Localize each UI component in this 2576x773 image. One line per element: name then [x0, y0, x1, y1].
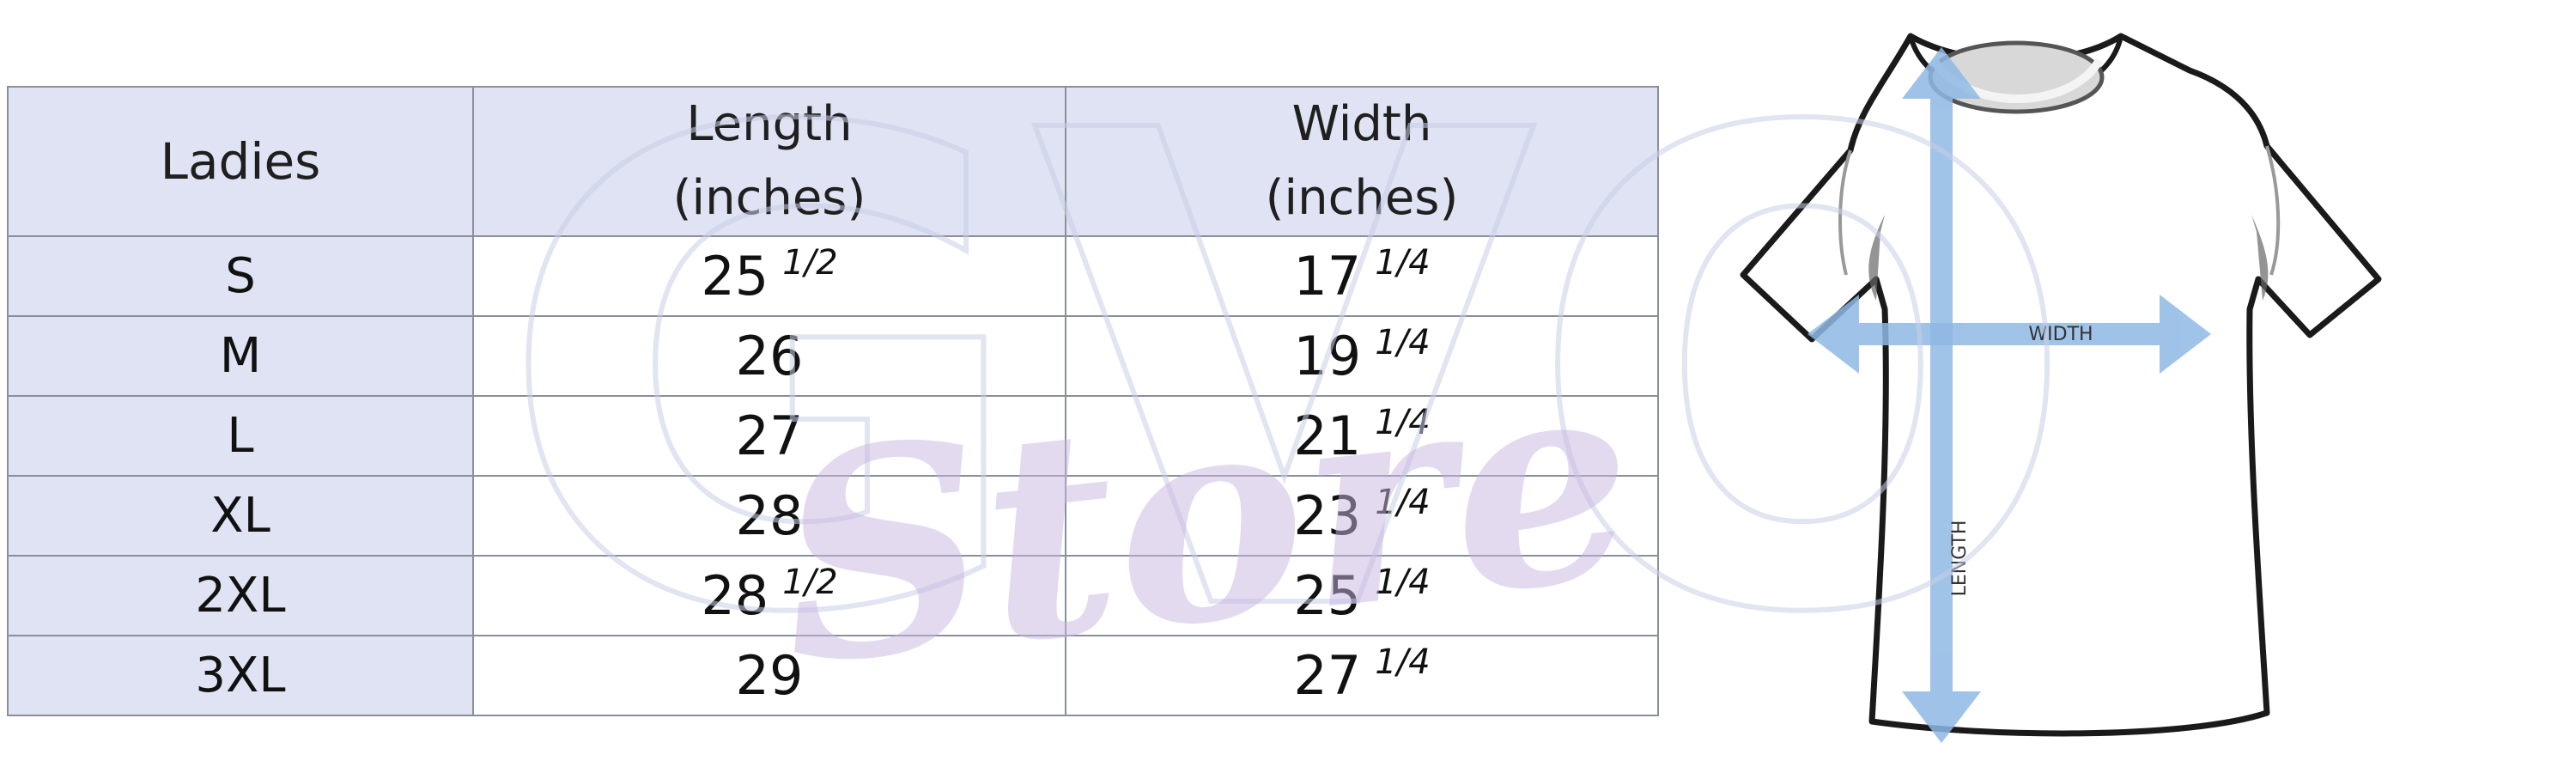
length-value: 27	[735, 405, 804, 467]
width-value: 17	[1293, 245, 1362, 307]
length-value: 28	[701, 564, 769, 627]
header-length-line1: Length	[686, 96, 853, 152]
size-cell: S	[7, 235, 474, 317]
width-value: 21	[1293, 405, 1362, 467]
width-fraction: 1/4	[1375, 403, 1431, 442]
width-label: WIDTH	[2028, 324, 2093, 345]
width-fraction: 1/4	[1375, 323, 1431, 362]
length-cell: 26	[472, 315, 1066, 397]
tshirt-outline-icon	[1740, 33, 2382, 737]
tshirt-diagram: WIDTH LENGTH	[1740, 33, 2382, 743]
width-cell: 27 1/4	[1065, 635, 1659, 716]
width-cell: 19 1/4	[1065, 315, 1659, 397]
table-row: L 27 21 1/4	[7, 395, 1659, 477]
size-cell: XL	[7, 475, 474, 557]
header-length-line2: (inches)	[672, 170, 866, 226]
width-cell: 23 1/4	[1065, 475, 1659, 557]
width-cell: 25 1/4	[1065, 555, 1659, 636]
header-width-line2: (inches)	[1265, 170, 1459, 226]
length-cell: 28 1/2	[472, 555, 1066, 636]
length-fraction: 1/2	[782, 563, 838, 602]
width-fraction: 1/4	[1375, 642, 1431, 682]
width-value: 25	[1293, 564, 1362, 627]
width-value: 27	[1293, 644, 1362, 707]
width-value: 23	[1293, 484, 1362, 547]
header-length: Length (inches)	[472, 86, 1066, 237]
length-value: 26	[735, 325, 804, 387]
length-cell: 29	[472, 635, 1066, 716]
length-value: 28	[735, 484, 804, 547]
length-value: 25	[701, 245, 769, 307]
header-width-line1: Width	[1291, 96, 1432, 152]
size-cell: 2XL	[7, 555, 474, 636]
length-label: LENGTH	[1949, 520, 1971, 597]
header-size: Ladies	[7, 86, 474, 237]
width-cell: 21 1/4	[1065, 395, 1659, 477]
length-cell: 27	[472, 395, 1066, 477]
table-row: 3XL 29 27 1/4	[7, 635, 1659, 716]
width-value: 19	[1293, 325, 1362, 387]
length-cell: 28	[472, 475, 1066, 557]
width-fraction: 1/4	[1375, 243, 1431, 283]
width-fraction: 1/4	[1375, 483, 1431, 522]
width-cell: 17 1/4	[1065, 235, 1659, 317]
length-cell: 25 1/2	[472, 235, 1066, 317]
size-cell: 3XL	[7, 635, 474, 716]
size-cell: M	[7, 315, 474, 397]
length-fraction: 1/2	[782, 243, 838, 283]
size-cell: L	[7, 395, 474, 477]
table-header-row: Ladies Length (inches) Width (inches)	[7, 86, 1659, 237]
header-size-label: Ladies	[160, 132, 321, 191]
header-width: Width (inches)	[1065, 86, 1659, 237]
width-fraction: 1/4	[1375, 563, 1431, 602]
table-row: 2XL 28 1/2 25 1/4	[7, 555, 1659, 636]
size-chart-table: Ladies Length (inches) Width (inches) S …	[7, 86, 1659, 716]
table-row: M 26 19 1/4	[7, 315, 1659, 397]
table-row: XL 28 23 1/4	[7, 475, 1659, 557]
table-row: S 25 1/2 17 1/4	[7, 235, 1659, 317]
length-value: 29	[735, 644, 804, 707]
